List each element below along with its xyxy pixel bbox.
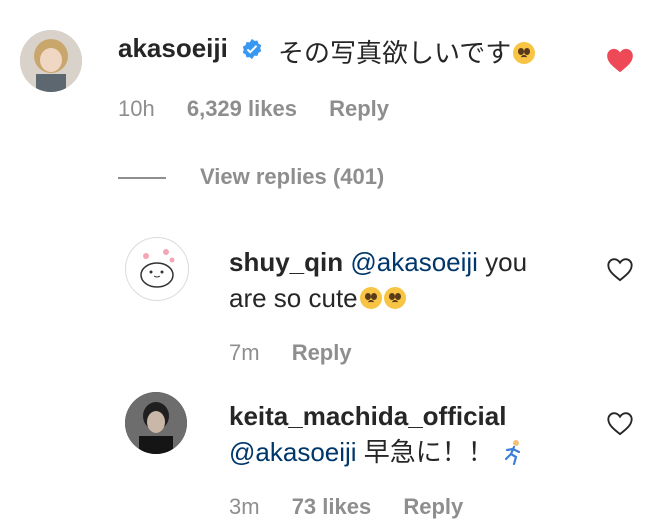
mention-link[interactable]: @akasoeiji [229, 437, 357, 467]
reply-text: shuy_qin @akasoeiji you are so cute [229, 247, 528, 313]
reply-meta: 3m 73 likes Reply [229, 494, 489, 520]
heart-icon[interactable] [606, 410, 634, 436]
view-replies-button[interactable]: View replies (401) [200, 164, 384, 190]
mention-link[interactable]: @akasoeiji [350, 247, 478, 277]
avatar-photo [20, 30, 82, 92]
reply-meta: 7m Reply [229, 340, 378, 366]
heart-icon-liked[interactable] [606, 47, 634, 73]
reply-username[interactable]: shuy_qin [229, 247, 343, 277]
comment-text: その写真欲しいです [278, 33, 536, 70]
timestamp: 3m [229, 494, 260, 519]
reply-button[interactable]: Reply [329, 96, 389, 121]
avatar-illustration [140, 249, 175, 288]
pleading-face-emoji [513, 42, 536, 64]
reply-button[interactable]: Reply [403, 494, 463, 519]
avatar-photo [125, 392, 187, 454]
comment-meta: 10h 6,329 likes Reply [118, 96, 415, 122]
pleading-face-emoji [383, 287, 406, 309]
replies-divider [118, 177, 166, 179]
heart-icon[interactable] [606, 256, 634, 282]
likes-count[interactable]: 6,329 likes [187, 96, 297, 121]
verified-badge-icon [242, 38, 262, 60]
likes-count[interactable]: 73 likes [292, 494, 372, 519]
pleading-face-emoji [359, 287, 382, 309]
reply-button[interactable]: Reply [292, 340, 352, 365]
reply-username[interactable]: keita_machida_official [229, 401, 506, 431]
comment-username[interactable]: akasoeiji [118, 33, 263, 64]
timestamp: 7m [229, 340, 260, 365]
avatar-akasoeiji[interactable] [20, 30, 82, 92]
running-man-emoji [504, 440, 521, 466]
reply-text: keita_machida_official @akasoeiji 早急に！！ [229, 398, 525, 470]
avatar-keita-machida-official[interactable] [125, 392, 187, 454]
timestamp: 10h [118, 96, 155, 121]
avatar-shuy-qin[interactable] [125, 237, 189, 301]
